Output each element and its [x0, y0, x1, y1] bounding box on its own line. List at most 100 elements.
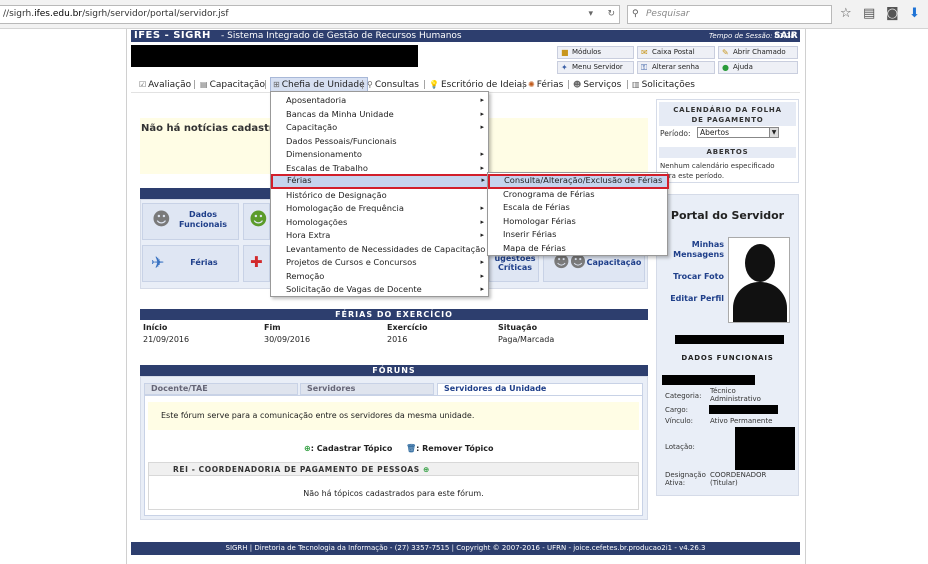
submenu-item-5[interactable]: Inserir Férias: [489, 228, 666, 241]
dropdown-item-6[interactable]: Escalas de Trabalho ▸: [272, 162, 487, 175]
search-icon: ⚲: [367, 80, 373, 89]
bookmark-star-icon[interactable]: ☆: [840, 7, 852, 21]
add-circle-icon: ⊕: [304, 444, 311, 453]
magnifier-icon: ⚲: [632, 9, 639, 19]
list-icon: ▥: [632, 80, 640, 89]
open-ticket-button[interactable]: ✎ Abrir Chamado: [718, 46, 798, 59]
submenu-item-2[interactable]: Cronograma de Férias: [489, 188, 666, 201]
submenu-arrow-icon: ▸: [480, 163, 484, 172]
key-icon: ⚿: [641, 63, 648, 72]
reload-icon[interactable]: ↻: [607, 6, 615, 23]
tile-partial-user[interactable]: ☻: [243, 203, 270, 240]
submenu-item-6[interactable]: Mapa de Férias: [489, 242, 666, 255]
redacted-lotacao: [735, 427, 795, 470]
dropdown-item-3[interactable]: Capacitação ▸: [272, 121, 487, 134]
tile-ferias[interactable]: ✈ Férias: [142, 245, 239, 282]
dropdown-item-12[interactable]: Levantamento de Necessidades de Capacita…: [272, 243, 487, 256]
remove-topic-button[interactable]: 🗑: Remover Tópico: [406, 444, 494, 453]
download-icon[interactable]: ⬇: [909, 7, 920, 21]
dropdown-item-1[interactable]: Aposentadoria ▸: [272, 94, 487, 107]
server-menu-button[interactable]: ✦ Menu Servidor: [557, 61, 634, 74]
cargo-label: Cargo:: [665, 406, 689, 414]
footer: SIGRH | Diretoria de Tecnologia da Infor…: [131, 542, 800, 555]
portal-servidor-panel: Portal do Servidor Minhas Mensagens Troc…: [656, 194, 799, 496]
menu-chefia-de-unidade[interactable]: ⊞ Chefia de Unidade: [270, 77, 368, 92]
menu-icon: ✦: [561, 63, 568, 72]
category-value: Técnico Administrativo: [710, 387, 761, 403]
my-messages-link[interactable]: Minhas Mensagens: [660, 240, 724, 260]
pocket-icon[interactable]: ◙: [886, 7, 899, 21]
modules-button[interactable]: ■ Módulos: [557, 46, 634, 59]
submenu-arrow-icon: ▸: [480, 123, 484, 131]
submenu-item-4[interactable]: Homologar Férias: [489, 215, 666, 228]
mailbox-icon: ✉: [641, 48, 648, 57]
lotacao-label: Lotação:: [665, 443, 695, 451]
submenu-item-3[interactable]: Escala de Férias: [489, 201, 666, 214]
menu-capacitacao[interactable]: ▤ Capacitação: [200, 77, 265, 93]
tile-dados-funcionais[interactable]: ☻ Dados Funcionais: [142, 203, 239, 240]
menu-ferias[interactable]: ✺ Férias: [528, 77, 563, 93]
logout-link[interactable]: SAIR: [774, 30, 798, 42]
library-icon[interactable]: ▤: [863, 7, 875, 21]
dropdown-item-11[interactable]: Hora Extra ▸: [272, 229, 487, 242]
submenu-arrow-icon: ▸: [480, 204, 484, 212]
edit-profile-link[interactable]: Editar Perfil: [660, 294, 724, 303]
period-label: Período:: [660, 129, 691, 138]
url-path: /sigrh/servidor/portal/servidor.jsf: [82, 9, 229, 19]
dados-funcionais-section: Dados Funcionais: [681, 354, 774, 362]
col-situacao: Situação: [498, 323, 538, 332]
redacted-name: [675, 335, 784, 344]
dropdown-item-15[interactable]: Solicitação de Vagas de Docente ▸: [272, 283, 487, 296]
cell-fim: 30/09/2016: [264, 335, 311, 344]
modules-icon: ■: [561, 48, 569, 57]
change-password-button[interactable]: ⚿ Alterar senha: [637, 61, 715, 74]
dropdown-history-icon[interactable]: ▾: [588, 6, 593, 23]
period-select[interactable]: Abertos ▼: [697, 127, 779, 138]
dropdown-item-14[interactable]: Remoção ▸: [272, 270, 487, 283]
submenu-arrow-icon: ▸: [480, 109, 484, 118]
dropdown-item-2[interactable]: Bancas da Minha Unidade ▸: [272, 108, 487, 121]
vinculo-value: Ativo Permanente: [710, 417, 773, 425]
designacao-label: Designação Ativa:: [665, 471, 706, 487]
app-logo: IFES - SIGRH: [134, 30, 211, 41]
forum-description: Este fórum serve para a comunicação entr…: [148, 402, 639, 430]
browser-toolbar: //sigrh.ifes.edu.br/sigrh/servidor/porta…: [0, 0, 928, 29]
ferias-exercicio-table: Início Fim Exercício Situação 21/09/2016…: [140, 320, 648, 347]
dropdown-item-5[interactable]: Dimensionamento ▸: [272, 148, 487, 161]
tile-partial-health[interactable]: ✚: [243, 245, 270, 282]
tiles-header-bar: [140, 188, 270, 199]
tab-servidores[interactable]: Servidores: [300, 383, 434, 395]
health-cross-icon: ✚: [250, 253, 263, 271]
help-button[interactable]: ● Ajuda: [718, 61, 798, 74]
cell-situacao: Paga/Marcada: [498, 335, 555, 344]
menu-solicitacoes[interactable]: ▥ Solicitações: [632, 77, 695, 93]
forum-group-title: REI - COORDENADORIA DE PAGAMENTO DE PESS…: [149, 463, 638, 476]
search-input[interactable]: ⚲ Pesquisar: [627, 5, 832, 24]
add-topic-button[interactable]: ⊕: Cadastrar Tópico: [304, 444, 392, 453]
help-icon: ●: [722, 63, 729, 72]
ticket-icon: ✎: [722, 48, 729, 57]
calendar-title: Calendário da Folha de Pagamento: [659, 102, 796, 126]
dropdown-item-13[interactable]: Projetos de Cursos e Concursos ▸: [272, 256, 487, 269]
submenu-arrow-icon: ▸: [481, 176, 485, 184]
dropdown-item-9[interactable]: Homologação de Frequência ▸: [272, 202, 487, 215]
mailbox-button[interactable]: ✉ Caixa Postal: [637, 46, 715, 59]
vinculo-label: Vínculo:: [665, 417, 694, 425]
tab-servidores-da-unidade[interactable]: Servidores da Unidade: [437, 383, 643, 395]
forum-title: Fóruns: [140, 365, 648, 376]
tab-docente-tae[interactable]: Docente/TAE: [144, 383, 298, 395]
add-group-topic-icon[interactable]: ⊕: [423, 465, 430, 474]
dropdown-item-4[interactable]: Dados Pessoais/Funcionais: [272, 135, 487, 148]
trash-icon: 🗑: [406, 444, 417, 453]
menu-avaliacao[interactable]: ☑ Avaliação: [139, 77, 191, 93]
dropdown-item-10[interactable]: Homologações ▸: [272, 216, 487, 229]
menu-servicos[interactable]: ☻ Serviços: [573, 77, 621, 93]
address-bar[interactable]: //sigrh.ifes.edu.br/sigrh/servidor/porta…: [0, 5, 620, 24]
document-icon: ▤: [200, 80, 208, 89]
ferias-exercicio-title: Férias do Exercício: [140, 309, 648, 320]
change-photo-link[interactable]: Trocar Foto: [660, 272, 724, 281]
submenu-arrow-icon: ▸: [480, 285, 484, 293]
dropdown-item-7[interactable]: Férias ▸: [271, 174, 490, 189]
ferias-submenu: Consulta/Alteração/Exclusão de Férias Cro…: [487, 172, 669, 256]
dropdown-item-8[interactable]: Histórico de Designação: [272, 189, 487, 202]
